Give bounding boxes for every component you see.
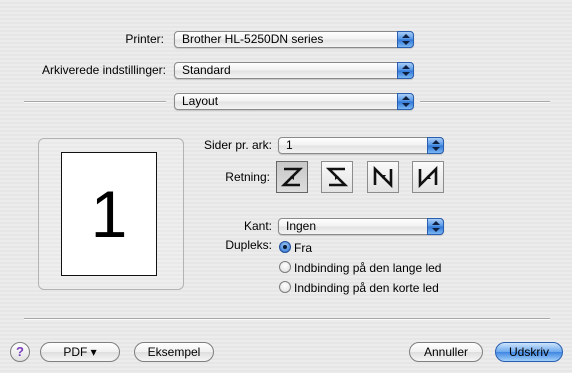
n-icon — [418, 166, 438, 188]
popup-arrows-icon — [397, 93, 414, 110]
orientation-z-button[interactable] — [276, 161, 308, 193]
help-button[interactable]: ? — [10, 342, 30, 362]
pages-per-sheet-value: 1 — [286, 138, 293, 152]
duplex-label: Dupleks: — [225, 238, 272, 252]
separator-left — [24, 101, 166, 103]
s-reversed-icon — [326, 167, 348, 187]
popup-arrows-icon — [397, 62, 414, 79]
panel-popup[interactable]: Layout — [174, 93, 414, 110]
orientation-label: Retning: — [225, 170, 270, 184]
popup-arrows-icon — [397, 31, 414, 48]
printer-value: Brother HL-5250DN series — [182, 32, 324, 46]
border-popup[interactable]: Ingen — [278, 218, 444, 235]
separator-right — [420, 101, 550, 103]
presets-label: Arkiverede indstillinger: — [41, 63, 166, 77]
popup-arrows-icon — [427, 137, 444, 154]
z-icon — [281, 167, 303, 187]
page-preview: 1 — [61, 152, 157, 276]
orientation-n-reversed-button[interactable] — [367, 161, 399, 193]
radio-icon[interactable] — [279, 281, 291, 293]
pages-per-sheet-popup[interactable]: 1 — [278, 137, 444, 154]
presets-popup[interactable]: Standard — [174, 62, 414, 79]
n-reversed-icon — [373, 166, 393, 188]
preview-button[interactable]: Eksempel — [134, 342, 214, 362]
border-value: Ingen — [286, 219, 317, 233]
radio-icon[interactable] — [279, 261, 291, 273]
pdf-button[interactable]: PDF ▾ — [40, 342, 120, 362]
duplex-option-label: Indbinding på den lange led — [294, 261, 442, 275]
pages-per-sheet-label: Sider pr. ark: — [203, 138, 272, 152]
orientation-n-button[interactable] — [412, 161, 444, 193]
panel-value: Layout — [182, 94, 219, 108]
printer-popup[interactable]: Brother HL-5250DN series — [174, 31, 414, 48]
footer-separator — [24, 318, 550, 320]
duplex-option-label: Indbinding på den korte led — [294, 281, 439, 295]
border-label: Kant: — [243, 219, 272, 233]
printer-label: Printer: — [125, 32, 164, 46]
radio-selected-icon[interactable] — [279, 241, 291, 253]
cancel-button[interactable]: Annuller — [409, 342, 483, 362]
orientation-s-reversed-button[interactable] — [321, 161, 353, 193]
popup-arrows-icon — [427, 218, 444, 235]
duplex-option-label: Fra — [294, 241, 312, 255]
print-button[interactable]: Udskriv — [495, 342, 563, 362]
presets-value: Standard — [182, 63, 231, 77]
